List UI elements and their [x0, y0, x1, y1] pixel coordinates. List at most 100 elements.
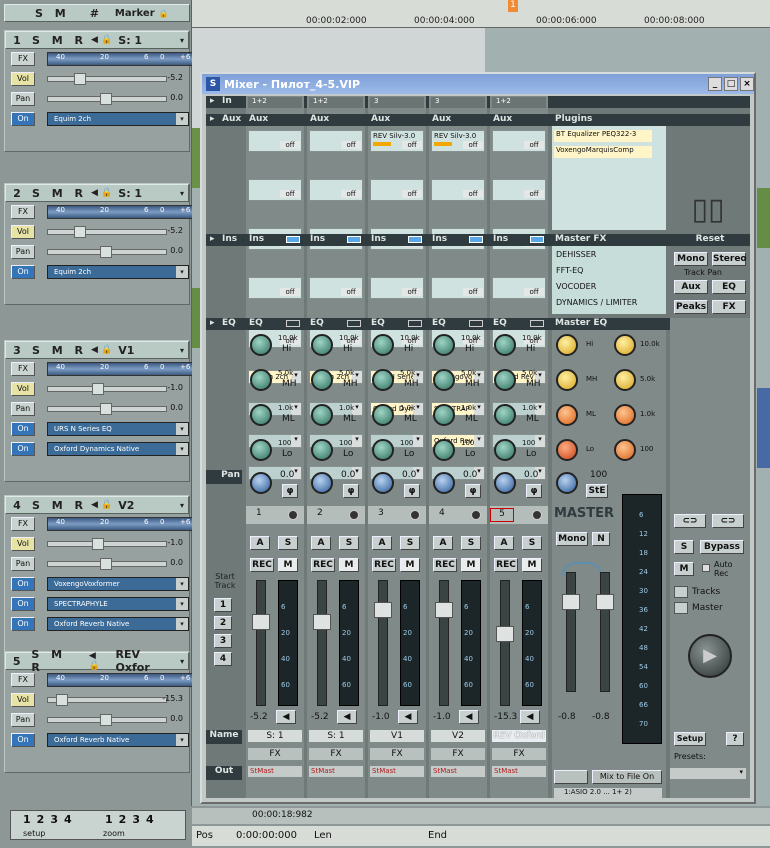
volume-fader-track[interactable]: [500, 580, 510, 706]
fx-button[interactable]: FX: [11, 673, 35, 687]
aux-off-button[interactable]: off: [402, 190, 422, 198]
mixer-window[interactable]: S Mixer - Пилот_4-5.VIP _ □ × ▸ In ▸ Aux ▸ In…: [200, 72, 756, 804]
volume-fader-track[interactable]: [378, 580, 388, 706]
aux-send-slot[interactable]: off: [370, 277, 424, 299]
rec-button[interactable]: REC: [250, 558, 274, 572]
track-sms-buttons[interactable]: S M R: [32, 344, 87, 357]
master-mono-button[interactable]: Mono: [556, 532, 588, 546]
chevron-left-icon[interactable]: ◀: [337, 710, 357, 724]
mix-to-file-button[interactable]: Mix to File On: [592, 770, 662, 784]
select-dot[interactable]: [532, 510, 542, 520]
m-button[interactable]: M: [522, 558, 542, 572]
master-eq-gain-knob[interactable]: [556, 334, 578, 356]
eq-knob[interactable]: [311, 369, 333, 391]
plugin-slot[interactable]: Equim 2ch ▾: [47, 265, 189, 279]
fx-button[interactable]: FX: [11, 205, 35, 219]
eq-toggle[interactable]: [530, 320, 544, 327]
s-button[interactable]: S: [400, 536, 420, 550]
s-button[interactable]: S: [461, 536, 481, 550]
m-button[interactable]: M: [461, 558, 481, 572]
eq-knob[interactable]: [494, 439, 516, 461]
aux-send-slot[interactable]: off: [492, 277, 546, 299]
output-select[interactable]: StMast: [370, 766, 424, 777]
aux-send-slot[interactable]: off: [248, 179, 302, 201]
volume-slider[interactable]: [47, 73, 167, 85]
plugin-slot[interactable]: Oxford Reverb Native ▾: [47, 617, 189, 631]
master-fx-select[interactable]: [554, 770, 588, 784]
track-4[interactable]: 4 S M R ◀ 🔒 V2 ▾ FX 40 20 6 0 +6 Vol -1.0 P…: [4, 495, 193, 657]
eq-toggle[interactable]: [469, 320, 483, 327]
setup-numbers[interactable]: 1234: [23, 813, 78, 826]
volume-fader-thumb[interactable]: [435, 602, 453, 618]
setup-button[interactable]: Setup: [674, 732, 706, 746]
track-5[interactable]: 5 S M R ◀ 🔒 REV Oxfor ▾ FX 40 20 6 0 +6 Vo…: [4, 648, 193, 773]
chevron-right-icon[interactable]: ▸: [210, 234, 215, 244]
input-select[interactable]: 1+2: [492, 97, 546, 108]
plugin-slot[interactable]: SPECTRAPHYLE ▾: [47, 597, 189, 611]
pan-thumb[interactable]: [100, 246, 112, 258]
aux-send-slot[interactable]: off: [370, 179, 424, 201]
aux-send-slot[interactable]: off: [309, 130, 363, 152]
chevron-down-icon[interactable]: ▾: [176, 443, 188, 455]
solo-button[interactable]: S: [674, 540, 694, 554]
plugin-on-button[interactable]: On: [11, 577, 35, 591]
eq-knob[interactable]: [250, 404, 272, 426]
aux-off-button[interactable]: off: [280, 288, 300, 296]
bypass-button[interactable]: Bypass: [700, 540, 744, 554]
m-button[interactable]: M: [400, 558, 420, 572]
chevron-down-icon[interactable]: ▾: [176, 657, 188, 666]
eq-knob[interactable]: [372, 334, 394, 356]
eq-knob[interactable]: [311, 439, 333, 461]
eq-knob[interactable]: [250, 369, 272, 391]
fx-select[interactable]: FX: [492, 748, 546, 760]
ins-toggle[interactable]: [347, 236, 361, 243]
chevron-down-icon[interactable]: ▾: [176, 36, 188, 45]
send-level-bar[interactable]: [434, 142, 452, 146]
track-header[interactable]: 1 S M R ◀ 🔒 S: 1 ▾: [5, 31, 189, 49]
a-button[interactable]: A: [250, 536, 270, 550]
output-select[interactable]: StMast: [309, 766, 363, 777]
s-button[interactable]: S: [339, 536, 359, 550]
master-fader-right-thumb[interactable]: [596, 594, 614, 610]
phase-button[interactable]: φ: [465, 484, 481, 498]
vol-button[interactable]: Vol: [11, 225, 35, 239]
fx-select[interactable]: FX: [431, 748, 485, 760]
phase-button[interactable]: φ: [526, 484, 542, 498]
ins-toggle[interactable]: [469, 236, 483, 243]
volume-thumb[interactable]: [74, 226, 86, 238]
a-button[interactable]: A: [311, 536, 331, 550]
eq-knob[interactable]: [250, 439, 272, 461]
pan-slider[interactable]: [47, 558, 167, 570]
master-n-button[interactable]: N: [592, 532, 610, 546]
mixer-titlebar[interactable]: S Mixer - Пилот_4-5.VIP _ □ ×: [202, 74, 754, 94]
master-eq-freq-knob[interactable]: [614, 334, 636, 356]
phase-button[interactable]: φ: [404, 484, 420, 498]
pan-button[interactable]: Pan: [11, 557, 35, 571]
input-select[interactable]: 3: [370, 97, 424, 108]
chevron-left-icon[interactable]: ◀: [276, 710, 296, 724]
aux-off-button[interactable]: off: [524, 288, 544, 296]
plugin-item[interactable]: VoxengoMarquisComp: [554, 146, 652, 158]
plugin-on-button[interactable]: On: [11, 422, 35, 436]
track-name[interactable]: V1: [118, 344, 134, 357]
volume-fader-track[interactable]: [439, 580, 449, 706]
timeline-ruler[interactable]: 1 00:00:02:000 00:00:04:000 00:00:06:000…: [192, 0, 770, 28]
channel-number[interactable]: 3: [378, 508, 384, 518]
a-button[interactable]: A: [433, 536, 453, 550]
vol-button[interactable]: Vol: [11, 693, 35, 707]
close-icon[interactable]: ×: [740, 77, 754, 91]
chevron-right-icon[interactable]: ▸: [210, 96, 215, 106]
plugin-slot[interactable]: VoxengoVoxformer ▾: [47, 577, 189, 591]
master-fader-right[interactable]: [600, 572, 610, 692]
rec-button[interactable]: REC: [372, 558, 396, 572]
chevron-right-icon[interactable]: ▸: [210, 318, 215, 328]
plugin-item[interactable]: BT Equalizer PEQ322-3: [554, 130, 652, 142]
pan-knob[interactable]: [372, 472, 394, 494]
select-dot[interactable]: [288, 510, 298, 520]
chevron-down-icon[interactable]: ▾: [176, 598, 188, 610]
start-track-button[interactable]: 4: [214, 652, 232, 666]
record-lock-icon[interactable]: ◀ 🔒: [91, 188, 112, 198]
output-select[interactable]: StMast: [492, 766, 546, 777]
master-fx-item[interactable]: VOCODER: [556, 282, 596, 291]
select-dot[interactable]: [349, 510, 359, 520]
